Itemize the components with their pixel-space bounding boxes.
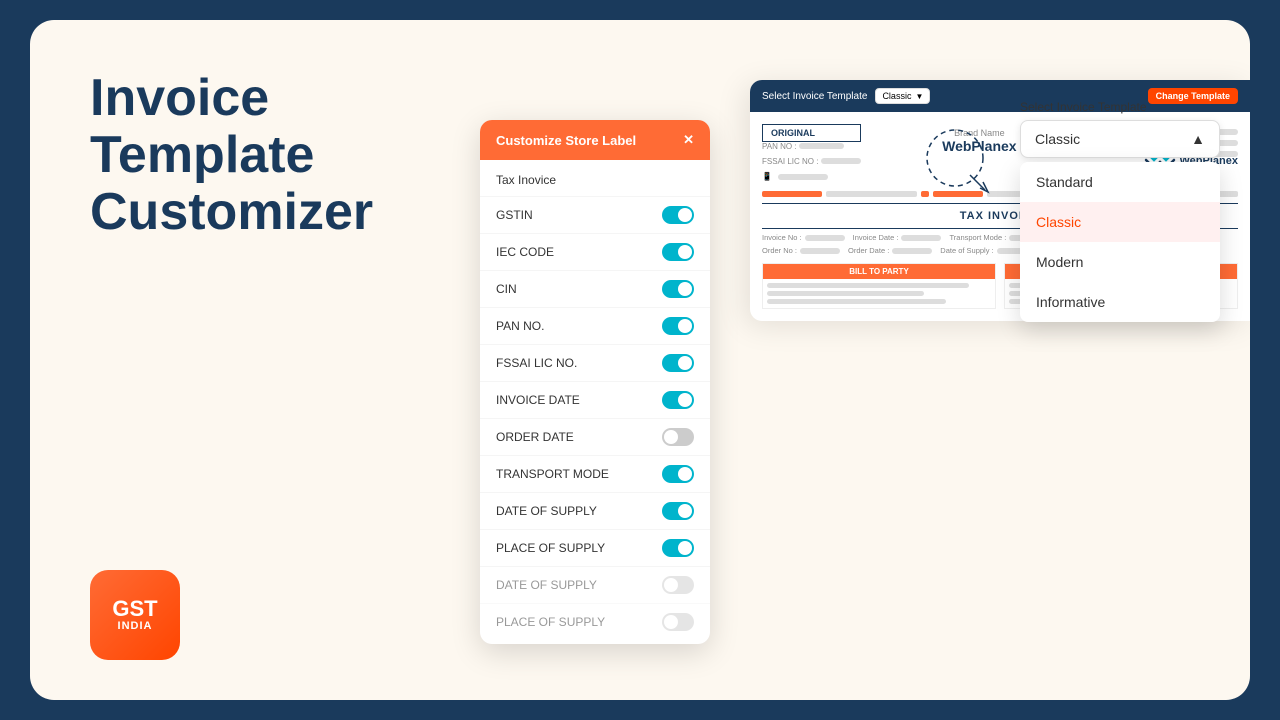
dashed-arrow-decoration — [915, 120, 1005, 210]
toggle-date-supply[interactable] — [662, 502, 694, 520]
chevron-down-icon: ▼ — [915, 92, 923, 101]
customize-item-order-date: ORDER DATE — [480, 419, 710, 456]
selected-template-value: Classic — [1035, 131, 1080, 147]
customize-item-fssai: FSSAI LIC NO. — [480, 345, 710, 382]
toggle-cin[interactable] — [662, 280, 694, 298]
gst-text: GST — [112, 598, 157, 620]
customize-header-label: Customize Store Label — [496, 133, 636, 148]
template-dropdown-button[interactable]: Classic ▲ — [1020, 120, 1220, 158]
toggle-place-supply[interactable] — [662, 539, 694, 557]
customize-item-date-supply-greyed: DATE OF SUPPLY — [480, 567, 710, 604]
select-template-label: Select Invoice Template — [1020, 100, 1220, 114]
india-text: INDIA — [118, 620, 153, 632]
toggle-pan[interactable] — [662, 317, 694, 335]
customize-item-date-supply: DATE OF SUPPLY — [480, 493, 710, 530]
customize-item-tax-invoice: Tax Inovice — [480, 164, 710, 197]
gst-badge: GST INDIA — [90, 570, 180, 660]
customize-item-place-supply: PLACE OF SUPPLY — [480, 530, 710, 567]
template-option-modern[interactable]: Modern — [1020, 242, 1220, 282]
toggle-date-supply-greyed[interactable] — [662, 576, 694, 594]
left-panel: Invoice Template Customizer GST INDIA — [30, 20, 450, 700]
invoice-template-select[interactable]: Classic ▼ — [875, 88, 930, 104]
toggle-gstin[interactable] — [662, 206, 694, 224]
invoice-bar-text: Select Invoice Template — [762, 91, 867, 102]
bill-to-party-header: BILL TO PARTY — [763, 264, 995, 279]
template-options-list: Standard Classic Modern Informative — [1020, 162, 1220, 322]
fssai-row: FSSAI LIC NO : — [762, 157, 861, 166]
chevron-up-icon: ▲ — [1191, 131, 1205, 147]
bill-to-party-box: BILL TO PARTY — [762, 263, 996, 309]
hero-title: Invoice Template Customizer — [90, 70, 410, 242]
customize-item-invoice-date: INVOICE DATE — [480, 382, 710, 419]
close-icon[interactable]: ✕ — [683, 132, 694, 148]
toggle-fssai[interactable] — [662, 354, 694, 372]
customize-items-list: Tax Inovice GSTIN IEC CODE CIN — [480, 160, 710, 644]
toggle-iec[interactable] — [662, 243, 694, 261]
invoice-original-label: ORIGINAL — [762, 124, 861, 142]
customize-item-transport: TRANSPORT MODE — [480, 456, 710, 493]
customize-item-gstin: GSTIN — [480, 197, 710, 234]
customize-item-place-supply-greyed: PLACE OF SUPPLY — [480, 604, 710, 640]
template-option-standard[interactable]: Standard — [1020, 162, 1220, 202]
toggle-place-supply-greyed[interactable] — [662, 613, 694, 631]
toggle-invoice-date[interactable] — [662, 391, 694, 409]
customize-item-iec: IEC CODE — [480, 234, 710, 271]
customize-panel: Customize Store Label ✕ Tax Inovice GSTI… — [480, 120, 710, 644]
toggle-order-date[interactable] — [662, 428, 694, 446]
template-option-classic[interactable]: Classic — [1020, 202, 1220, 242]
customize-header: Customize Store Label ✕ — [480, 120, 710, 160]
right-panel: Customize Store Label ✕ Tax Inovice GSTI… — [450, 20, 1250, 700]
pan-fssai-row: PAN NO : — [762, 142, 861, 151]
template-dropdown-container: Select Invoice Template Classic ▲ Standa… — [1020, 100, 1220, 322]
toggle-transport[interactable] — [662, 465, 694, 483]
template-option-informative[interactable]: Informative — [1020, 282, 1220, 322]
customize-item-cin: CIN — [480, 271, 710, 308]
customize-item-pan: PAN NO. — [480, 308, 710, 345]
